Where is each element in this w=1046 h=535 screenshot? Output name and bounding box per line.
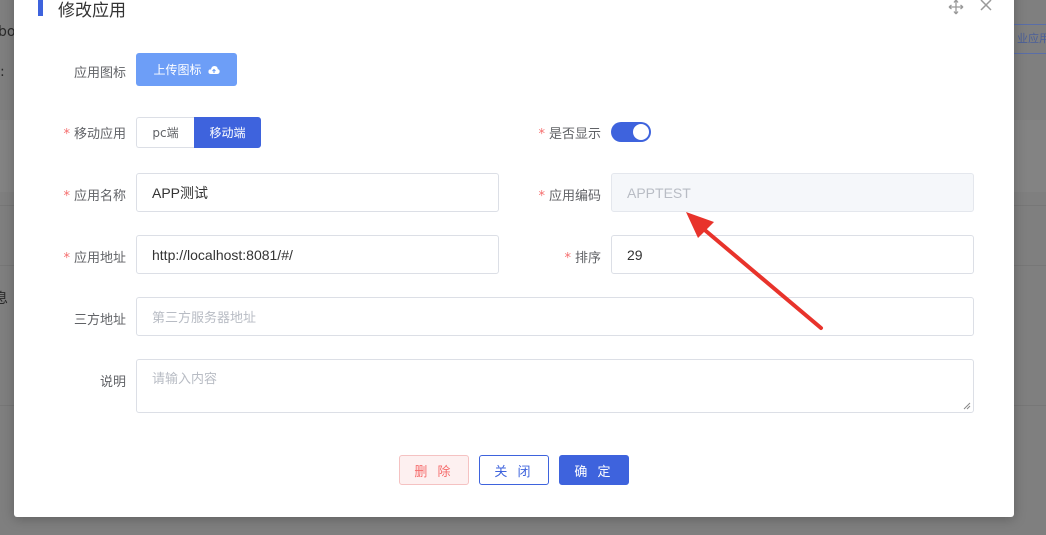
required-mark: * [538, 189, 545, 204]
app-code-label-text: 应用编码 [548, 189, 601, 204]
app-name-input[interactable]: APP测试 [136, 173, 499, 212]
required-mark: * [63, 251, 70, 266]
option-mobile[interactable]: 移动端 [194, 117, 261, 148]
app-address-label: * 应用地址 [6, 247, 126, 266]
delete-button[interactable]: 删 除 [399, 455, 469, 485]
upload-icon-button[interactable]: 上传图标 [136, 53, 237, 86]
mobile-app-label: * 移动应用 [6, 123, 126, 142]
dialog-title: 修改应用 [58, 1, 126, 21]
toggle-knob [633, 124, 649, 140]
order-label: * 排序 [481, 247, 601, 266]
background-text: : [0, 64, 5, 80]
cloud-upload-icon [207, 65, 220, 74]
required-mark: * [564, 251, 571, 266]
move-icon[interactable] [948, 0, 964, 15]
app-name-label-text: 应用名称 [73, 189, 126, 204]
option-pc[interactable]: pc端 [136, 117, 194, 148]
platform-selector: pc端 移动端 [136, 117, 261, 148]
resize-grip-icon[interactable] [963, 402, 971, 410]
app-address-input[interactable]: http://localhost:8081/#/ [136, 235, 499, 274]
third-party-label-text: 三方地址 [73, 313, 126, 328]
icon-label: 应用图标 [6, 62, 126, 81]
close-icon[interactable] [978, 0, 994, 13]
confirm-button[interactable]: 确 定 [559, 455, 629, 485]
description-textarea[interactable]: 请输入内容 [136, 359, 974, 413]
order-label-text: 排序 [574, 251, 601, 266]
third-party-label: 三方地址 [6, 309, 126, 328]
required-mark: * [63, 189, 70, 204]
app-code-input: APPTEST [611, 173, 974, 212]
description-label-text: 说明 [99, 375, 126, 390]
third-party-input[interactable]: 第三方服务器地址 [136, 297, 974, 336]
mobile-app-label-text: 移动应用 [73, 127, 126, 142]
description-placeholder: 请输入内容 [152, 372, 218, 387]
app-name-label: * 应用名称 [6, 185, 126, 204]
close-button[interactable]: 关 闭 [479, 455, 549, 485]
edit-app-dialog: 修改应用 应用图标 上传图标 * 移动应用 pc端 移动端 * 是否显示 * 应用名称… [14, 0, 1014, 517]
display-label: * 是否显示 [481, 123, 601, 142]
display-toggle[interactable] [611, 122, 651, 142]
dialog-header: 修改应用 [14, 0, 1014, 38]
app-address-label-text: 应用地址 [73, 251, 126, 266]
background-button: 业应用 [1012, 24, 1046, 54]
icon-label-text: 应用图标 [73, 66, 126, 81]
required-mark: * [63, 127, 70, 142]
display-label-text: 是否显示 [548, 127, 601, 142]
order-input[interactable]: 29 [611, 235, 974, 274]
description-label: 说明 [6, 371, 126, 390]
app-code-label: * 应用编码 [481, 185, 601, 204]
upload-button-label: 上传图标 [153, 63, 202, 77]
required-mark: * [538, 127, 545, 142]
title-accent-bar [38, 0, 43, 16]
background-text: 息 [0, 291, 8, 307]
